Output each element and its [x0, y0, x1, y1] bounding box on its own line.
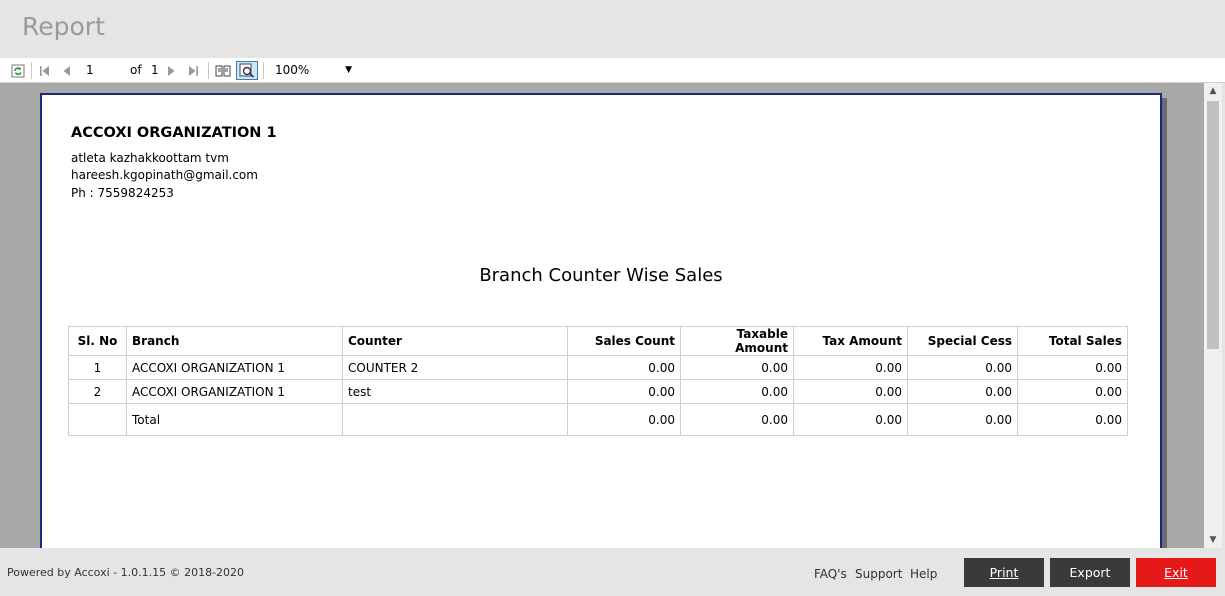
page-setup-icon[interactable]	[236, 61, 258, 80]
first-page-icon[interactable]	[37, 61, 53, 80]
cell-counter: test	[342, 379, 568, 404]
organization-email: hareesh.kgopinath@gmail.com	[71, 168, 258, 182]
powered-by-text: Powered by Accoxi - 1.0.1.15 © 2018-2020	[7, 566, 245, 579]
vertical-scrollbar[interactable]: ▲ ▼	[1204, 83, 1222, 548]
total-label: Total	[126, 403, 343, 436]
next-page-icon[interactable]	[163, 61, 179, 80]
refresh-icon[interactable]	[9, 61, 27, 80]
previous-page-icon[interactable]	[59, 61, 75, 80]
cell-total-sales: 0.00	[1017, 379, 1128, 404]
toolbar-separator	[31, 62, 32, 79]
help-link[interactable]: Help	[910, 567, 937, 581]
cell-taxable-amount: 0.00	[680, 355, 794, 380]
cell-sl-no: 2	[68, 379, 127, 404]
total-special-cess: 0.00	[907, 403, 1018, 436]
table-header-row: Sl. No Branch Counter Sales Count Taxabl…	[68, 326, 1128, 356]
footer-bar: Powered by Accoxi - 1.0.1.15 © 2018-2020…	[0, 548, 1225, 596]
report-viewer: ACCOXI ORGANIZATION 1 atleta kazhakkoott…	[0, 83, 1222, 548]
toolbar-separator	[208, 62, 209, 79]
cell-branch: ACCOXI ORGANIZATION 1	[126, 355, 343, 380]
cell-sl-no	[68, 403, 127, 436]
chevron-down-icon: ▼	[345, 65, 352, 75]
last-page-icon[interactable]	[185, 61, 201, 80]
cell-sales-count: 0.00	[567, 379, 681, 404]
cell-counter	[342, 403, 568, 436]
organization-phone: Ph : 7559824253	[71, 186, 174, 200]
column-header: Total Sales	[1017, 326, 1128, 356]
page-number-input[interactable]: 1	[82, 61, 124, 80]
export-button[interactable]: Export	[1050, 558, 1130, 587]
column-header: Special Cess	[907, 326, 1018, 356]
column-header: Branch	[126, 326, 343, 356]
page-of-label: of	[130, 63, 142, 77]
total-total-sales: 0.00	[1017, 403, 1128, 436]
column-header: Tax Amount	[793, 326, 908, 356]
support-link[interactable]: Support	[855, 567, 902, 581]
cell-total-sales: 0.00	[1017, 355, 1128, 380]
cell-sales-count: 0.00	[567, 355, 681, 380]
window-title: Report	[22, 12, 105, 41]
total-row: Total 0.00 0.00 0.00 0.00 0.00	[68, 403, 1128, 436]
organization-address: atleta kazhakkoottam tvm	[71, 151, 229, 165]
scroll-up-icon[interactable]: ▲	[1204, 83, 1222, 99]
column-header: Sl. No	[68, 326, 127, 356]
faq-link[interactable]: FAQ's	[814, 567, 847, 581]
title-bar: Report	[0, 0, 1225, 58]
report-toolbar: 1 of 1 100% ▼	[0, 58, 1225, 83]
total-taxable-amount: 0.00	[680, 403, 794, 436]
cell-special-cess: 0.00	[907, 355, 1018, 380]
cell-counter: COUNTER 2	[342, 355, 568, 380]
toolbar-separator	[263, 62, 264, 79]
column-header: Counter	[342, 326, 568, 356]
sales-table: Sl. No Branch Counter Sales Count Taxabl…	[68, 326, 1128, 436]
cell-taxable-amount: 0.00	[680, 379, 794, 404]
column-header: Sales Count	[567, 326, 681, 356]
total-tax-amount: 0.00	[793, 403, 908, 436]
column-header: Taxable Amount	[680, 326, 794, 356]
exit-button[interactable]: Exit	[1136, 558, 1216, 587]
cell-branch: ACCOXI ORGANIZATION 1	[126, 379, 343, 404]
scroll-down-icon[interactable]: ▼	[1204, 532, 1222, 548]
zoom-value: 100%	[275, 63, 310, 77]
cell-tax-amount: 0.00	[793, 355, 908, 380]
report-title: Branch Counter Wise Sales	[479, 265, 723, 286]
report-page: ACCOXI ORGANIZATION 1 atleta kazhakkoott…	[40, 93, 1162, 548]
organization-name: ACCOXI ORGANIZATION 1	[71, 125, 277, 141]
cell-special-cess: 0.00	[907, 379, 1018, 404]
print-layout-icon[interactable]	[213, 61, 233, 80]
table-row: 1 ACCOXI ORGANIZATION 1 COUNTER 2 0.00 0…	[68, 355, 1128, 380]
print-button[interactable]: Print	[964, 558, 1044, 587]
zoom-select[interactable]: 100% ▼	[270, 61, 356, 80]
cell-sl-no: 1	[68, 355, 127, 380]
total-sales-count: 0.00	[567, 403, 681, 436]
scrollbar-thumb[interactable]	[1207, 101, 1219, 349]
table-row: 2 ACCOXI ORGANIZATION 1 test 0.00 0.00 0…	[68, 379, 1128, 404]
page-total: 1	[151, 63, 159, 77]
cell-tax-amount: 0.00	[793, 379, 908, 404]
